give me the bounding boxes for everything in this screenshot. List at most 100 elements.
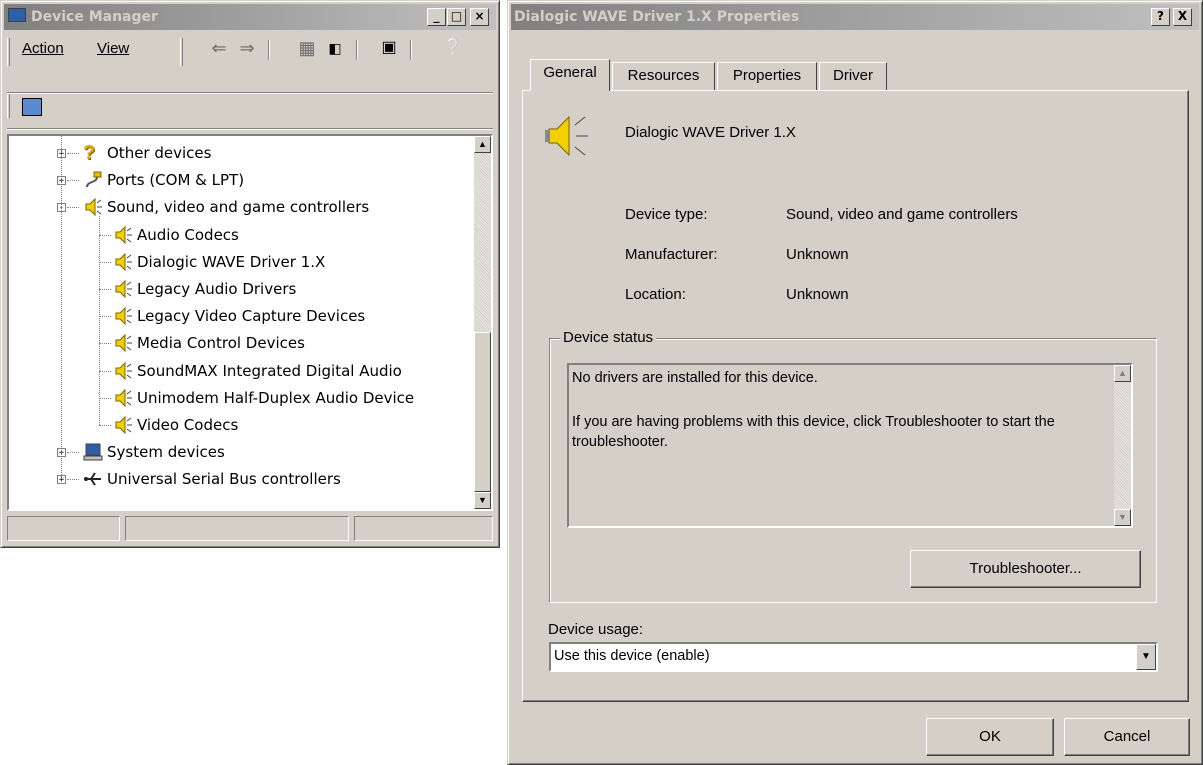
tree-connector (61, 136, 62, 480)
close-button[interactable]: X (1173, 8, 1192, 26)
properties-dialog: Dialogic WAVE Driver 1.X Properties ? X … (507, 0, 1203, 765)
tree-item-label: Sound, video and game controllers (107, 198, 370, 217)
device-usage-selected: Use this device (enable) (554, 648, 710, 664)
help-icon[interactable]: ❔ (441, 36, 465, 60)
status-scrollbar[interactable]: ▲ ▼ (1114, 365, 1131, 526)
vertical-scrollbar[interactable]: ▲ ▼ (474, 136, 491, 509)
tree-item-label: Audio Codecs (137, 225, 239, 244)
status-scroll-up-button[interactable]: ▲ (1114, 365, 1131, 382)
device-usage-select[interactable]: Use this device (enable) ▼ (549, 642, 1158, 672)
tree-item-label: Media Control Devices (137, 334, 305, 353)
computer-icon (83, 443, 103, 461)
tree-item-label: Universal Serial Bus controllers (107, 470, 341, 489)
location-label: Location: (625, 286, 686, 303)
device-manager-titlebar[interactable]: Device Manager _ □ × (4, 4, 496, 30)
ok-button[interactable]: OK (926, 718, 1054, 756)
up-folder-icon[interactable]: ▦ (295, 36, 319, 60)
tab-general[interactable]: General (530, 59, 610, 91)
tree-connector (99, 289, 111, 290)
speaker-icon (113, 225, 133, 244)
maximize-button[interactable]: □ (447, 8, 466, 26)
status-panel-2 (125, 516, 349, 541)
chevron-down-icon[interactable]: ▼ (1136, 644, 1156, 670)
device-name: Dialogic WAVE Driver 1.X (625, 124, 796, 141)
tree-device[interactable]: Unimodem Half-Duplex Audio Device (9, 387, 469, 409)
scroll-down-button[interactable]: ▼ (474, 492, 491, 509)
device-tree[interactable]: +? Other devices + Ports (COM & LPT) - Sound,… (7, 134, 493, 511)
tree-connector (99, 370, 111, 372)
toolbar-divider (7, 92, 493, 94)
help-button[interactable]: ? (1151, 8, 1170, 26)
tree-connector (99, 343, 111, 345)
tab-resources[interactable]: Resources (612, 62, 715, 90)
toolbar-separator (410, 40, 412, 60)
status-line-2: If you are having problems with this dev… (572, 414, 1055, 450)
tree-connector (99, 425, 111, 426)
tree-item-label: Legacy Audio Drivers (137, 280, 297, 298)
close-button[interactable]: × (470, 8, 489, 26)
tree-connector (67, 180, 79, 182)
menu-grip-bar (7, 38, 10, 66)
toolbar-row-2-divider (7, 128, 493, 130)
speaker-icon (113, 361, 133, 380)
scroll-up-button[interactable]: ▲ (474, 136, 491, 153)
tree-device[interactable]: Media Control Devices (9, 332, 469, 354)
tree-item-label: SoundMAX Integrated Digital Audio (137, 361, 402, 380)
properties-icon[interactable]: ▣ (377, 36, 401, 60)
tab-properties[interactable]: Properties (717, 62, 817, 90)
speaker-icon (113, 388, 133, 408)
tree-items: +? Other devices + Ports (COM & LPT) - Sound,… (9, 136, 471, 509)
show-hide-tree-icon[interactable]: ◧ (323, 36, 347, 60)
menu-action[interactable]: Action (22, 40, 64, 57)
speaker-icon (113, 306, 133, 326)
status-bar (7, 516, 493, 541)
device-status-text[interactable]: No drivers are installed for this device… (567, 363, 1133, 528)
troubleshooter-button[interactable]: Troubleshooter... (910, 550, 1141, 588)
manufacturer-label: Manufacturer: (625, 246, 718, 263)
speaker-icon (113, 334, 133, 353)
tree-category[interactable]: +? Other devices (9, 142, 469, 164)
tree-device[interactable]: Legacy Audio Drivers (9, 278, 469, 300)
menu-view[interactable]: View (97, 40, 129, 57)
toolbar-grip (7, 94, 10, 118)
tree-device[interactable]: Legacy Video Capture Devices (9, 305, 469, 327)
tree-item-label: Ports (COM & LPT) (107, 171, 245, 190)
tree-category[interactable]: - Sound, video and game controllers (9, 196, 469, 218)
tree-device[interactable]: Video Codecs (9, 414, 469, 436)
tree-connector (99, 316, 111, 318)
toolbar-separator (356, 40, 358, 60)
status-scroll-down-button[interactable]: ▼ (1114, 509, 1131, 526)
tree-connector (67, 207, 79, 209)
device-type-label: Device type: (625, 206, 708, 223)
tree-connector (67, 479, 79, 481)
tree-item-label: Legacy Video Capture Devices (137, 307, 366, 326)
scroll-thumb[interactable] (474, 332, 491, 492)
tree-item-label: System devices (107, 443, 225, 462)
forward-arrow-icon[interactable]: ⇒ (235, 36, 259, 60)
tree-connector (99, 234, 111, 236)
tree-category[interactable]: + System devices (9, 441, 469, 463)
question-icon: ? (83, 142, 96, 164)
tab-driver[interactable]: Driver (819, 62, 887, 90)
tree-connector (99, 216, 100, 425)
tree-item-label: Unimodem Half-Duplex Audio Device (137, 388, 415, 407)
back-arrow-icon[interactable]: ⇐ (207, 36, 231, 60)
properties-titlebar[interactable]: Dialogic WAVE Driver 1.X Properties ? X (511, 4, 1199, 30)
computer-icon (8, 8, 26, 22)
device-usage-label: Device usage: (548, 621, 644, 638)
scan-hardware-icon[interactable] (22, 98, 42, 116)
tree-item-label: Video Codecs (137, 416, 239, 434)
tree-category[interactable]: + Universal Serial Bus controllers (9, 468, 469, 490)
status-panel-3 (354, 516, 493, 541)
tree-category[interactable]: + Ports (COM & LPT) (9, 169, 469, 191)
window-title: Device Manager (31, 9, 158, 25)
device-type-value: Sound, video and game controllers (786, 206, 1018, 223)
speaker-icon (113, 415, 133, 435)
tree-device[interactable]: Dialogic WAVE Driver 1.X (9, 251, 469, 273)
tree-device[interactable]: SoundMAX Integrated Digital Audio (9, 360, 469, 382)
tree-device[interactable]: Audio Codecs (9, 224, 469, 246)
minimize-button[interactable]: _ (427, 8, 446, 26)
device-status-legend: Device status (560, 329, 657, 346)
manufacturer-value: Unknown (786, 246, 849, 263)
cancel-button[interactable]: Cancel (1064, 718, 1190, 756)
